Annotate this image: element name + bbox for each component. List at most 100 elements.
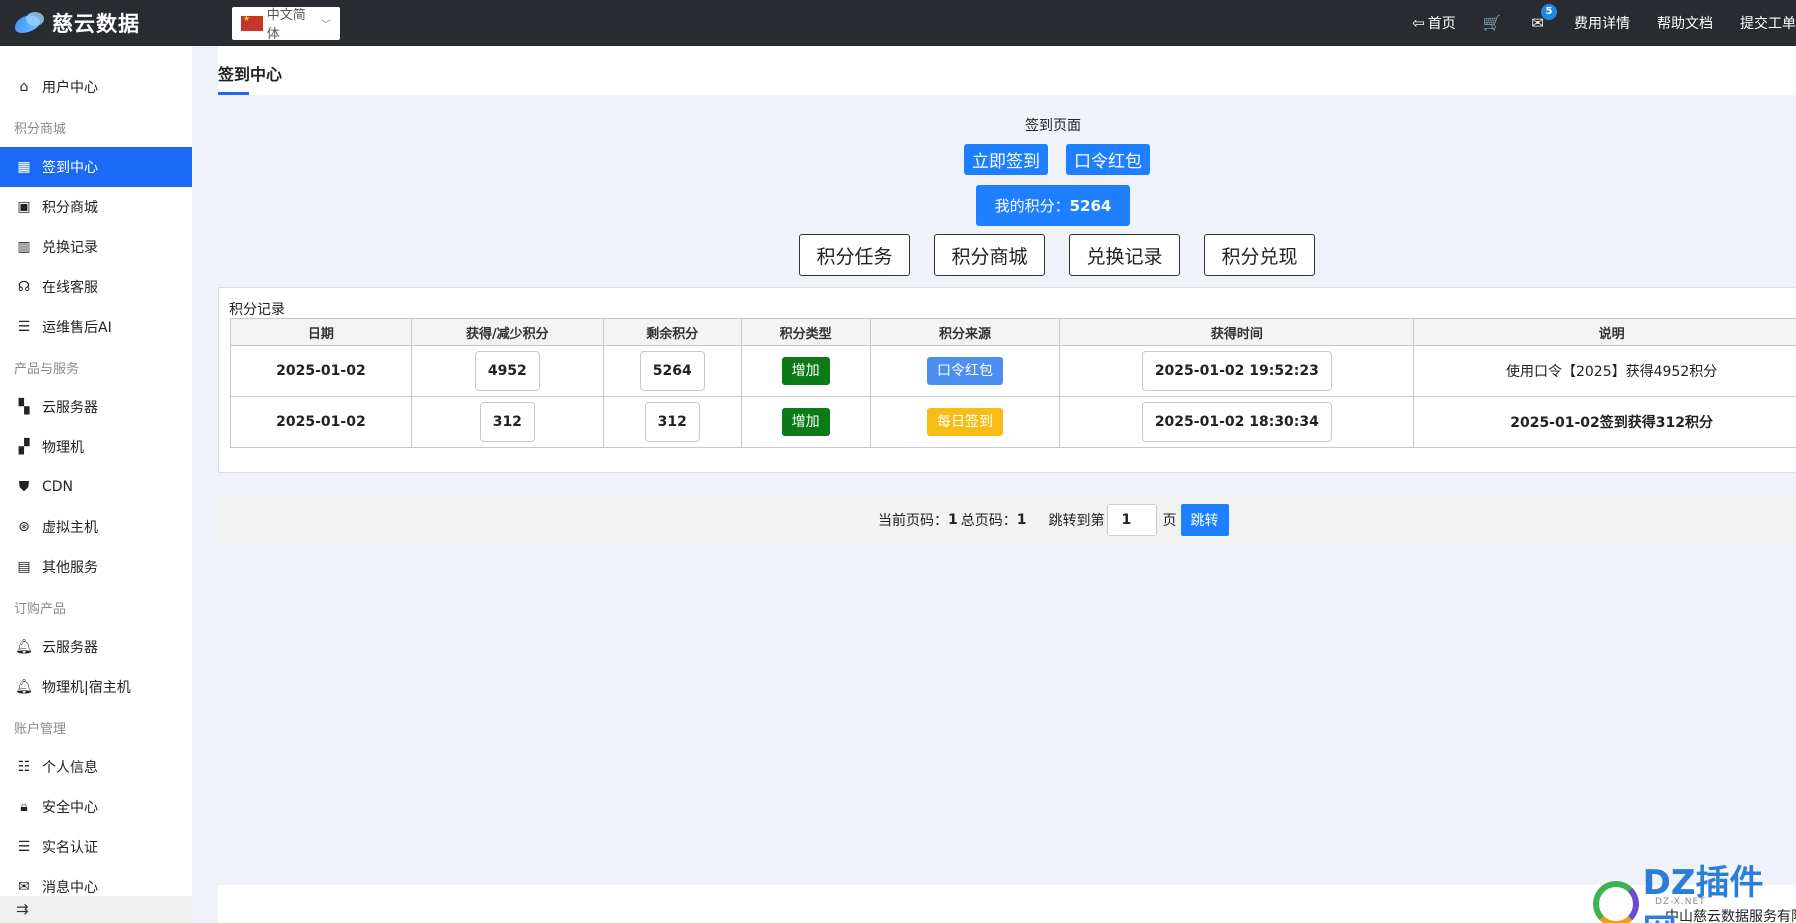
header-time: 获得时间 bbox=[1059, 318, 1415, 346]
cell-desc: 2025-01-02签到获得312积分 bbox=[1413, 396, 1796, 448]
current-page-value: 1 bbox=[948, 512, 958, 528]
page-header: 签到中心 bbox=[218, 46, 1796, 95]
points-records-table: 日期 获得/减少积分 剩余积分 积分类型 积分来源 获得时间 说明 2025-0… bbox=[230, 318, 1796, 448]
cell-delta: 312 bbox=[479, 402, 535, 442]
header-remaining: 剩余积分 bbox=[602, 318, 742, 346]
grid-icon: ▚ bbox=[18, 399, 30, 415]
footer-area bbox=[218, 885, 1796, 923]
points-records-panel: 积分记录 日期 获得/减少积分 剩余积分 积分类型 积分来源 获得时间 说明 2… bbox=[218, 287, 1796, 473]
points-cash-button[interactable]: 积分兑现 bbox=[1204, 234, 1315, 276]
calendar-icon: ▦ bbox=[17, 159, 31, 175]
cart-icon[interactable]: 🛒 bbox=[1483, 14, 1505, 32]
cell-remaining: 312 bbox=[644, 402, 700, 442]
lock-icon: 🔒︎ bbox=[20, 799, 28, 815]
envelope-icon: ✉ bbox=[18, 879, 30, 895]
arrow-left-icon: ⇦ bbox=[1412, 14, 1425, 32]
nav-billing[interactable]: 费用详情 bbox=[1574, 13, 1630, 33]
sidebar-item-exchange-record[interactable]: ▥ 兑换记录 bbox=[0, 227, 192, 267]
sidebar-item-realname[interactable]: ☰ 实名认证 bbox=[0, 827, 192, 867]
header-desc: 说明 bbox=[1413, 318, 1796, 346]
mail-icon[interactable]: ✉ 5 bbox=[1531, 4, 1557, 32]
sidebar-item-personal-info[interactable]: ☷ 个人信息 bbox=[0, 747, 192, 787]
logo[interactable]: 慈云数据 bbox=[14, 8, 214, 38]
sidebar-group-products: 产品与服务 bbox=[14, 361, 80, 377]
header-date: 日期 bbox=[230, 318, 412, 346]
watermark: DZ插件网 DZ-X.NET bbox=[1593, 855, 1796, 923]
table-header-row: 日期 获得/减少积分 剩余积分 积分类型 积分来源 获得时间 说明 bbox=[230, 318, 1796, 346]
sidebar-item-order-cloud[interactable]: 🔔︎ 云服务器 bbox=[0, 627, 192, 667]
id-card-icon: ☰ bbox=[17, 839, 31, 855]
sidebar-item-ops-ai[interactable]: ☰ 运维售后AI bbox=[0, 307, 192, 347]
cell-time: 2025-01-02 19:52:23 bbox=[1141, 351, 1332, 391]
language-selector[interactable]: 中文简体 ﹀ bbox=[232, 6, 340, 42]
mail-badge: 5 bbox=[1541, 4, 1557, 20]
sign-now-button[interactable]: 立即签到 bbox=[964, 144, 1048, 175]
sidebar-group-order: 订购产品 bbox=[14, 601, 67, 617]
sidebar-item-signin-center[interactable]: ▦ 签到中心 bbox=[0, 147, 192, 187]
my-points-value: 5264 bbox=[1069, 196, 1112, 215]
watermark-logo-icon bbox=[1593, 881, 1639, 923]
sidebar-item-virtual-host[interactable]: ⊛ 虚拟主机 bbox=[0, 507, 192, 547]
home-icon: ⌂ bbox=[19, 79, 29, 95]
jump-page-input[interactable]: 1 bbox=[1106, 504, 1157, 536]
page-unit-label: 页 bbox=[1162, 513, 1177, 529]
sidebar-collapse-icon[interactable]: ⇉ bbox=[0, 896, 192, 923]
sidebar-item-points-mall[interactable]: ▣ 积分商城 bbox=[0, 187, 192, 227]
cloud-logo-icon bbox=[14, 12, 48, 34]
document-list-icon: ☰ bbox=[17, 319, 31, 335]
watermark-text: DZ插件网 bbox=[1642, 863, 1764, 923]
source-badge: 每日签到 bbox=[927, 408, 1004, 436]
sidebar-item-online-service[interactable]: ☊ 在线客服 bbox=[0, 267, 192, 307]
cell-desc: 使用口令【2025】获得4952积分 bbox=[1413, 345, 1796, 397]
sidebar-item-order-physical[interactable]: 🔔︎ 物理机|宿主机 bbox=[0, 667, 192, 707]
sidebar-item-cdn[interactable]: ⛊ CDN bbox=[0, 467, 192, 507]
support-agent-icon: ☊ bbox=[17, 279, 31, 295]
chevron-down-icon: ﹀ bbox=[321, 19, 331, 31]
sidebar-item-cloud-server[interactable]: ▚ 云服务器 bbox=[0, 387, 192, 427]
table-row: 2025-01-02 4952 5264 增加 口令红包 2025-01-02 … bbox=[230, 345, 1796, 397]
cell-time: 2025-01-02 18:30:34 bbox=[1141, 402, 1332, 442]
sidebar: ⌂ 用户中心 积分商城 ▦ 签到中心 ▣ 积分商城 ▥ 兑换记录 ☊ 在线客服 … bbox=[0, 46, 192, 923]
jump-label: 跳转到第 bbox=[1048, 513, 1105, 529]
type-badge: 增加 bbox=[781, 357, 830, 385]
nav-ticket[interactable]: 提交工单 bbox=[1740, 13, 1796, 33]
user-card-icon: ☷ bbox=[17, 759, 31, 775]
points-task-button[interactable]: 积分任务 bbox=[799, 234, 910, 276]
nav-home[interactable]: ⇦ 首页 bbox=[1412, 13, 1456, 33]
book-icon: ▥ bbox=[17, 239, 31, 255]
watermark-subtext: DZ-X.NET bbox=[1655, 897, 1706, 907]
top-nav: ⇦ 首页 🛒 ✉ 5 费用详情 帮助文档 提交工单 bbox=[1412, 0, 1796, 46]
sidebar-item-other-service[interactable]: ▤ 其他服务 bbox=[0, 547, 192, 587]
china-flag-icon bbox=[241, 14, 263, 31]
briefcase-icon: ▣ bbox=[17, 199, 31, 215]
page-title: 签到中心 bbox=[218, 65, 283, 84]
header-source: 积分来源 bbox=[869, 318, 1061, 346]
cell-remaining: 5264 bbox=[639, 351, 705, 391]
my-points-button[interactable]: 我的积分： 5264 bbox=[976, 185, 1130, 226]
sidebar-item-user-center[interactable]: ⌂ 用户中心 bbox=[0, 67, 192, 107]
header-delta: 获得/减少积分 bbox=[410, 318, 604, 346]
records-title: 积分记录 bbox=[229, 302, 285, 318]
signin-label: 签到页面 bbox=[1025, 118, 1081, 134]
nav-help[interactable]: 帮助文档 bbox=[1657, 13, 1713, 33]
notebook-icon: ▤ bbox=[17, 559, 31, 575]
sidebar-item-physical[interactable]: ▞ 物理机 bbox=[0, 427, 192, 467]
aperture-icon: ⊛ bbox=[18, 519, 30, 535]
points-mall-button[interactable]: 积分商城 bbox=[934, 234, 1045, 276]
sidebar-item-security[interactable]: 🔒︎ 安全中心 bbox=[0, 787, 192, 827]
redpacket-button[interactable]: 口令红包 bbox=[1066, 144, 1150, 175]
total-page-label: 总页码： bbox=[960, 513, 1017, 529]
exchange-record-button[interactable]: 兑换记录 bbox=[1069, 234, 1180, 276]
shield-icon: ⛊ bbox=[18, 479, 30, 495]
cell-date: 2025-01-02 bbox=[230, 345, 412, 397]
jump-button[interactable]: 跳转 bbox=[1180, 504, 1229, 536]
cell-delta: 4952 bbox=[474, 351, 540, 391]
bell-icon: 🔔︎ bbox=[15, 639, 33, 655]
cell-date: 2025-01-02 bbox=[230, 396, 412, 448]
source-badge: 口令红包 bbox=[927, 357, 1004, 385]
type-badge: 增加 bbox=[781, 408, 830, 436]
bell-icon: 🔔︎ bbox=[15, 679, 33, 695]
nav-home-label: 首页 bbox=[1427, 16, 1456, 32]
pagination: 当前页码： 1 总页码： 1 跳转到第 1 页 跳转 bbox=[218, 495, 1796, 545]
top-bar: 慈云数据 中文简体 ﹀ ⇦ 首页 🛒 ✉ 5 费用详情 帮助文档 提交工单 bbox=[0, 0, 1796, 46]
